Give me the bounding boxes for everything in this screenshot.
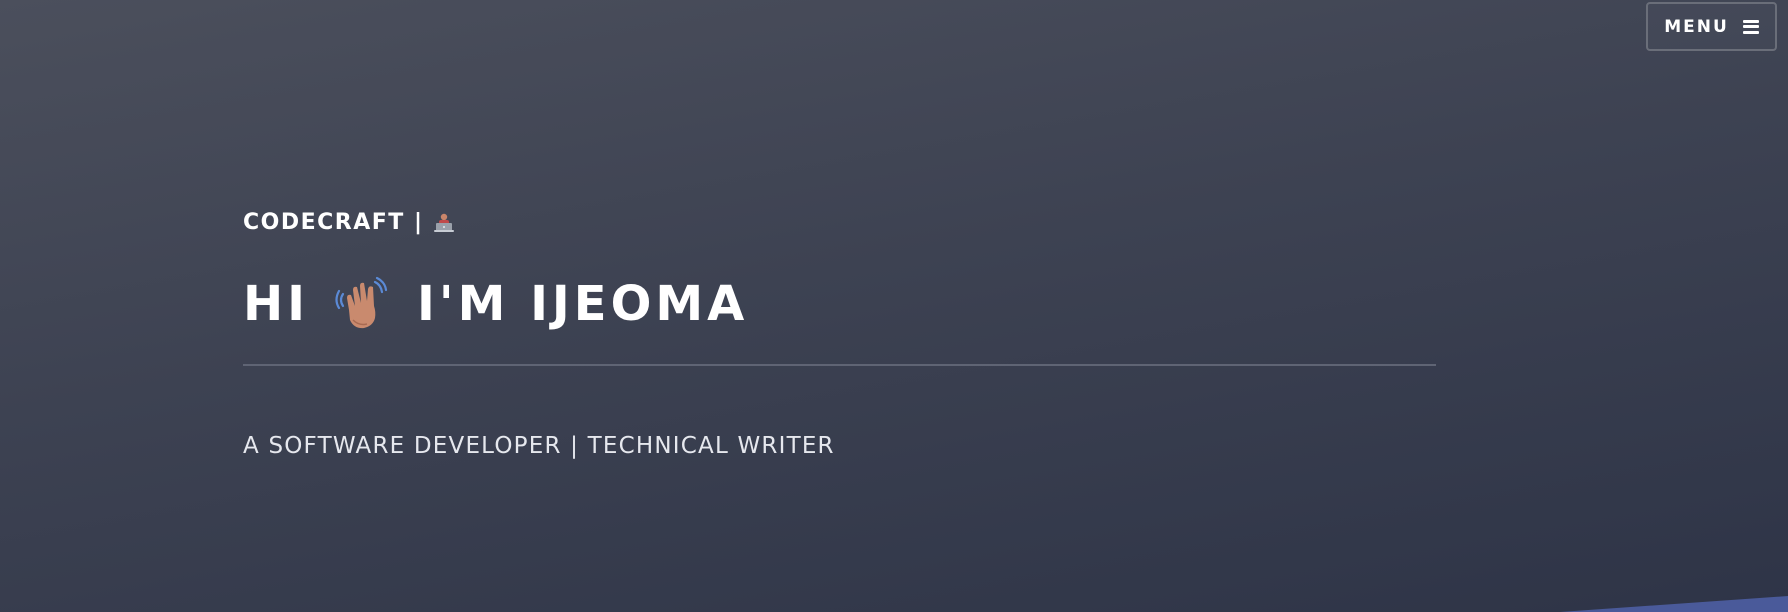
brand: CODECRAFT | [243, 210, 455, 235]
menu-label: MENU [1664, 16, 1729, 37]
subtitle: A SOFTWARE DEVELOPER | TECHNICAL WRITER [243, 433, 835, 459]
hamburger-icon [1742, 19, 1759, 34]
laptop-person-icon [434, 213, 455, 232]
page-title: HI I'M IJEOMA [243, 272, 748, 336]
greeting-text: HI [243, 276, 310, 332]
brand-text: CODECRAFT | [243, 210, 424, 235]
divider [243, 364, 1436, 366]
menu-button[interactable]: MENU [1646, 2, 1777, 51]
waving-hand-icon [335, 276, 388, 329]
name-text: I'M IJEOMA [417, 276, 749, 332]
